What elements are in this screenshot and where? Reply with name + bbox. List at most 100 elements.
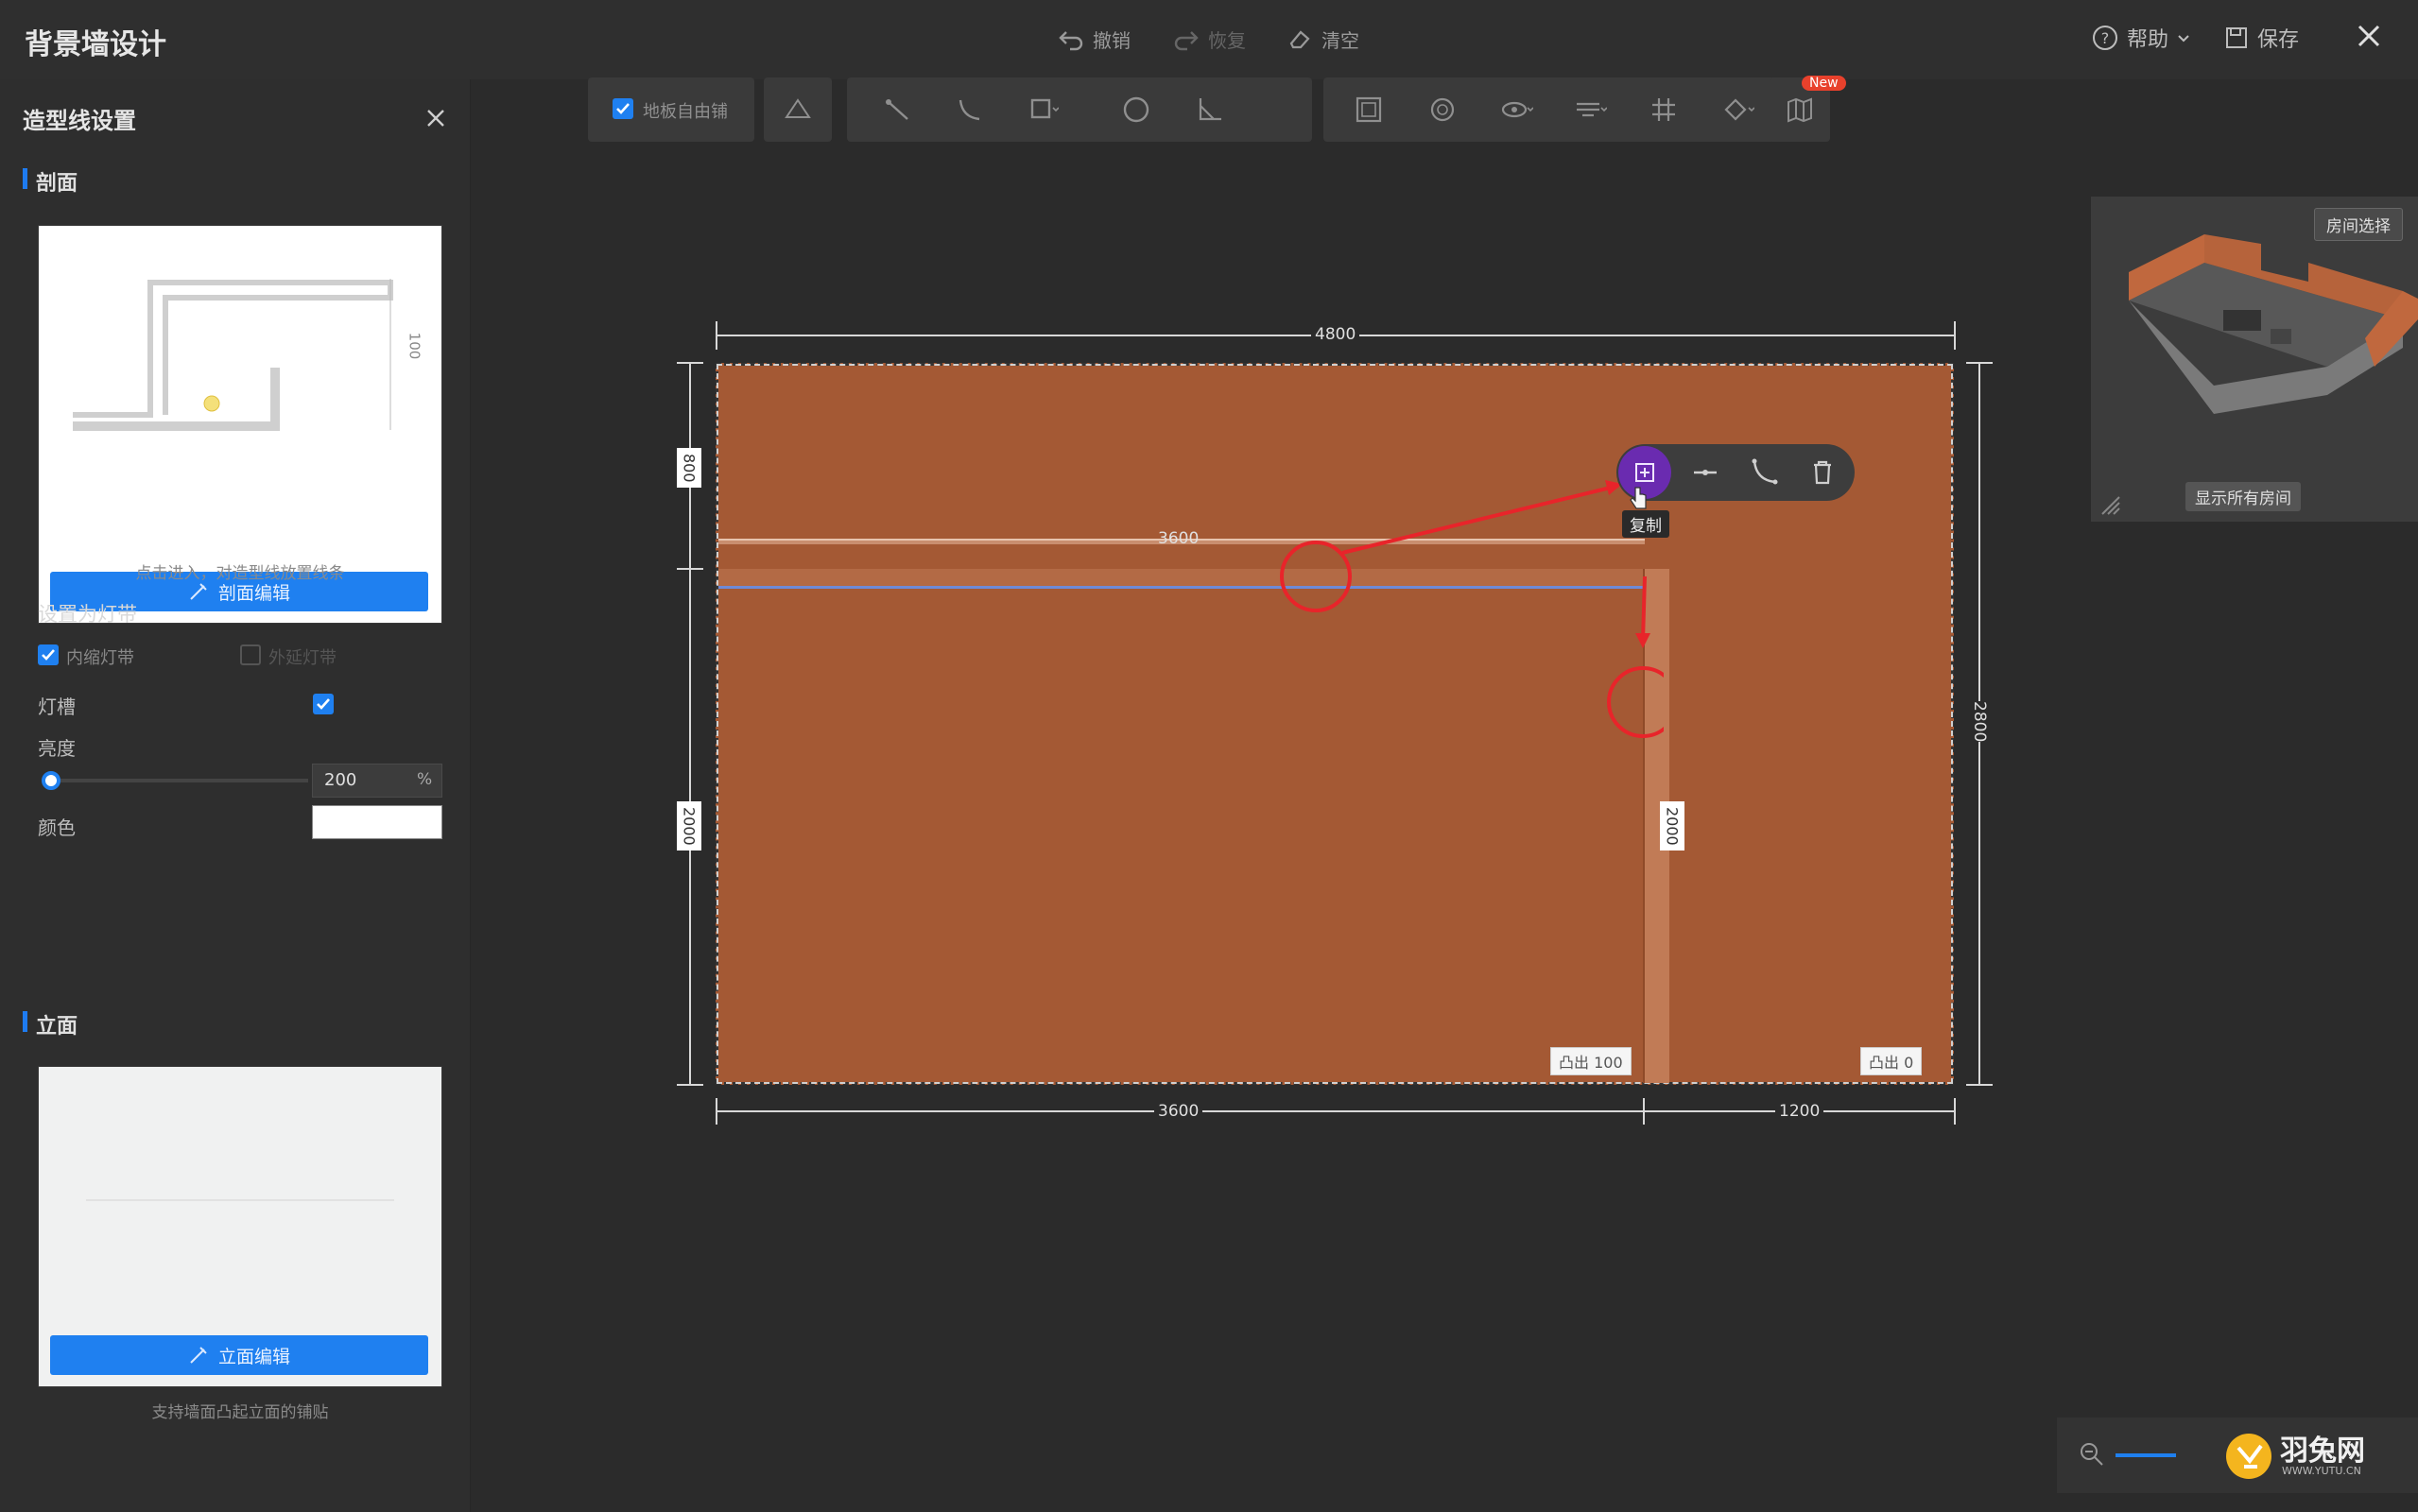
inner-strip-checkbox[interactable] <box>38 644 59 665</box>
dim-left-bottom[interactable]: 2000 <box>677 801 701 850</box>
svg-text:?: ? <box>2101 29 2110 47</box>
brand-url: WWW.YUTU.CN <box>2282 1465 2361 1477</box>
dim-left-top[interactable]: 800 <box>677 448 701 488</box>
lamp-slot-label: 灯槽 <box>38 696 76 718</box>
wall-icon[interactable] <box>781 93 815 127</box>
dim-line-length: 3600 <box>1158 529 1200 548</box>
protrude-tag-left[interactable]: 凸出 100 <box>1550 1047 1632 1075</box>
profile-section-title: 剖面 <box>23 166 78 197</box>
redo-button[interactable]: 恢复 <box>1172 25 1246 53</box>
brightness-value: 200 <box>324 770 357 790</box>
tool-group-draw <box>847 77 1312 142</box>
brand-name: 羽兔网 <box>2280 1435 2365 1468</box>
hand-cursor-icon <box>1630 487 1647 509</box>
lightstrip-title: 设置为灯带 <box>38 603 137 626</box>
free-paving-checkbox[interactable] <box>613 98 633 119</box>
circle-icon[interactable] <box>1119 93 1153 127</box>
save-label: 保存 <box>2257 28 2300 52</box>
dim-inner[interactable]: 2000 <box>1660 801 1684 850</box>
outer-strip-label: 外延灯带 <box>268 648 337 668</box>
dim-bottom-right: 1200 <box>1775 1102 1824 1121</box>
protrude-label: 凸出 <box>1869 1054 1900 1072</box>
material-icon[interactable] <box>1720 93 1755 127</box>
undo-label: 撤销 <box>1093 28 1131 52</box>
align-icon[interactable] <box>1573 93 1608 127</box>
brightness-unit: % <box>417 770 433 789</box>
undo-button[interactable]: 撤销 <box>1057 25 1131 53</box>
brightness-slider-handle[interactable] <box>42 771 60 790</box>
brightness-label: 亮度 <box>38 737 76 760</box>
rect-icon[interactable] <box>1025 93 1060 127</box>
elevation-line <box>86 1199 394 1201</box>
free-paving-label: 地板自由铺 <box>643 102 728 122</box>
elevation-preview-card[interactable]: 立面编辑 <box>38 1066 442 1387</box>
offset-icon[interactable] <box>1425 93 1459 127</box>
annotation-overlay <box>1280 480 1664 738</box>
eraser-icon <box>1289 30 1310 49</box>
polyline-icon[interactable] <box>1193 93 1227 127</box>
line-icon[interactable] <box>881 93 915 127</box>
save-button[interactable]: 保存 <box>2223 23 2299 53</box>
room-3d-preview[interactable]: 房间选择 显示所有房间 <box>2091 197 2418 522</box>
zoom-slider[interactable] <box>2116 1453 2176 1457</box>
redo-icon <box>1174 31 1199 51</box>
elevation-section-title: 立面 <box>23 1009 78 1040</box>
help-button[interactable]: ? 帮助 <box>2091 23 2191 53</box>
panel-title: 造型线设置 <box>23 108 136 134</box>
clear-label: 清空 <box>1321 28 1359 52</box>
split-icon[interactable] <box>1688 455 1722 490</box>
zoom-out-icon[interactable] <box>2078 1440 2106 1469</box>
grid-icon[interactable] <box>1647 93 1681 127</box>
panel-close-icon[interactable] <box>422 104 450 132</box>
profile-note: 点击进入，对造型线放置线条 <box>135 564 345 583</box>
frame-icon[interactable] <box>1352 93 1386 127</box>
outer-strip-checkbox[interactable] <box>240 644 261 665</box>
tool-group-edit <box>1323 77 1815 142</box>
undo-icon <box>1059 31 1083 51</box>
room-render <box>2129 234 2418 414</box>
elevation-edit-label: 立面编辑 <box>217 1346 290 1367</box>
dim-bottom-left: 3600 <box>1154 1102 1203 1121</box>
map-icon[interactable] <box>1783 93 1817 127</box>
check-icon <box>616 103 630 114</box>
protrude-value: 0 <box>1904 1054 1914 1072</box>
shape-line-settings-panel: 造型线设置 剖面 100 剖面编辑 点击进入，对造型线放置线条 设置为灯带 内缩… <box>0 79 471 1512</box>
close-icon[interactable] <box>2350 17 2388 55</box>
new-badge: New <box>1802 76 1846 91</box>
show-all-rooms-button[interactable]: 显示所有房间 <box>2185 482 2301 511</box>
lamp-slot-checkbox[interactable] <box>313 694 334 714</box>
elevation-edit-button[interactable]: 立面编辑 <box>50 1335 428 1375</box>
zoom-control: 羽兔网 WWW.YUTU.CN <box>2057 1418 2418 1493</box>
clear-button[interactable]: 清空 <box>1286 25 1359 53</box>
inner-strip-label: 内缩灯带 <box>66 648 134 668</box>
save-icon <box>2226 27 2247 48</box>
delete-icon[interactable] <box>1805 455 1839 490</box>
protrude-tag-right[interactable]: 凸出 0 <box>1860 1047 1923 1075</box>
tool-group-wall <box>764 77 832 142</box>
copy-tooltip: 复制 <box>1622 510 1669 538</box>
tool-group-map: New <box>1770 76 1846 142</box>
edit-icon <box>190 1347 207 1364</box>
brightness-input[interactable]: 200 % <box>312 764 442 798</box>
edit-icon <box>190 583 207 600</box>
protrude-value: 100 <box>1594 1054 1623 1072</box>
brightness-slider[interactable] <box>43 779 308 782</box>
check-icon <box>42 649 55 661</box>
help-label: 帮助 <box>2127 28 2169 52</box>
arc-icon[interactable] <box>953 93 987 127</box>
resize-handle-icon[interactable] <box>2098 493 2123 518</box>
room-select-button[interactable]: 房间选择 <box>2314 208 2403 241</box>
check-icon <box>317 698 330 710</box>
app-title: 背景墙设计 <box>25 28 166 61</box>
arc-convert-icon[interactable] <box>1747 455 1781 490</box>
view-icon[interactable] <box>1499 93 1534 127</box>
chevron-down-icon <box>2178 35 2189 43</box>
profile-dimension: 100 <box>406 332 423 360</box>
color-swatch[interactable] <box>312 805 442 839</box>
profile-diagram <box>73 279 393 431</box>
drawing-toolbar: 地板自由铺 New <box>586 76 1846 142</box>
dim-right: 2800 <box>1966 701 1993 743</box>
redo-label: 恢复 <box>1208 28 1246 52</box>
brand-logo-icon <box>2226 1434 2271 1479</box>
line-context-toolbar <box>1616 444 1855 501</box>
